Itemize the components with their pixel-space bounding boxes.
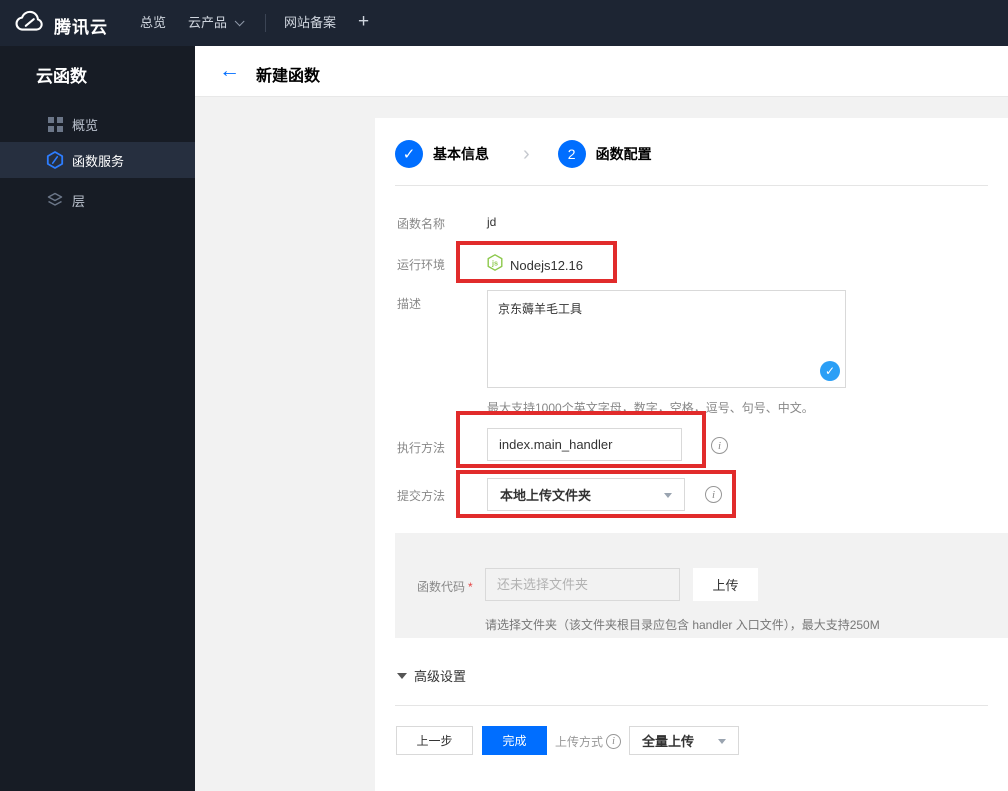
sidebar-item-overview[interactable]: 概览 [0,106,195,142]
previous-step-button[interactable]: 上一步 [396,726,473,755]
function-hexagon-icon [46,151,64,169]
layers-icon [46,191,64,209]
function-code-helper-text: 请选择文件夹（该文件夹根目录应包含 handler 入口文件），最大支持250M [485,618,880,632]
sidebar-item-layers[interactable]: 层 [0,182,195,218]
sidebar-title: 云函数 [36,67,87,86]
grid-icon [46,115,64,133]
collapse-triangle-icon [397,672,407,679]
chevron-down-icon [234,16,245,27]
function-code-section: 函数代码* 上传 请选择文件夹（该文件夹根目录应包含 handler 入口文件）… [395,533,1008,638]
handler-input[interactable] [487,428,682,461]
sidebar-item-label: 概览 [72,117,99,133]
submit-method-value: 本地上传文件夹 [500,488,592,503]
upload-mode-info-icon[interactable]: i [606,734,622,749]
required-asterisk: * [468,580,473,594]
step1-done-icon: ✓ [395,140,423,168]
description-helper-text: 最大支持1000个英文字母，数字，空格，逗号、句号、中文。 [487,401,814,415]
brand[interactable]: 腾讯云 [14,10,108,40]
topnav-cloud-products[interactable]: 云产品 [188,0,245,46]
step1-label: 基本信息 [433,146,489,162]
runtime-label: 运行环境 [397,258,446,272]
function-name-value: jd [487,215,497,229]
runtime-value: js Nodejs12.16 [487,254,583,276]
function-code-label: 函数代码 * [417,580,473,594]
advanced-settings-label: 高级设置 [414,669,467,684]
handler-info-icon[interactable]: i [711,437,728,454]
topnav-icp-filing[interactable]: 网站备案 [284,0,336,46]
topbar: 腾讯云 总览 云产品 网站备案 + [0,0,1008,46]
finish-button[interactable]: 完成 [482,726,547,755]
stepper: ✓ 基本信息 › 2 函数配置 [395,140,652,168]
topnav-divider [265,14,266,32]
brand-name: 腾讯云 [54,17,108,37]
upload-mode-value: 全量上传 [642,734,695,749]
nodejs-icon: js [487,254,503,276]
step2-number-badge: 2 [557,140,586,168]
upload-mode-label: 上传方式 [555,735,604,749]
page-title: 新建函数 [256,68,321,85]
caret-down-icon [718,738,726,744]
sidebar-item-label: 函数服务 [72,153,125,169]
footer-divider [395,705,988,706]
tencent-cloud-logo-icon [14,10,46,40]
submit-method-label: 提交方法 [397,489,446,503]
step-separator-icon: › [523,143,530,165]
upload-button[interactable]: 上传 [693,568,758,601]
sidebar-item-function-service[interactable]: 函数服务 [0,142,195,178]
stepper-divider [395,185,988,186]
description-label: 描述 [397,297,422,311]
description-textarea[interactable]: 京东薅羊毛工具 [487,290,846,388]
svg-text:js: js [491,258,498,267]
submit-method-select[interactable]: 本地上传文件夹 [487,478,685,511]
sidebar: 云函数 概览 函数服务 层 [0,46,195,791]
function-name-label: 函数名称 [397,217,446,231]
upload-mode: 上传方式 i [555,733,622,750]
caret-down-icon [664,492,672,498]
valid-check-icon: ✓ [820,361,840,381]
upload-mode-select[interactable]: 全量上传 [629,726,739,755]
sidebar-item-label: 层 [72,193,86,209]
step2-label: 函数配置 [595,146,652,162]
create-function-panel: ✓ 基本信息 › 2 函数配置 函数名称 jd 运行环境 js Nodejs12… [375,118,1008,791]
back-arrow-icon[interactable]: ← [219,59,240,83]
content-header: ← 新建函数 [195,46,1008,97]
submit-method-info-icon[interactable]: i [705,486,722,503]
advanced-settings-toggle[interactable]: 高级设置 [397,666,466,685]
runtime-text: Nodejs12.16 [510,257,583,273]
folder-path-input[interactable] [485,568,680,601]
add-shortcut-icon[interactable]: + [358,0,369,46]
tencent-cloud-console: 腾讯云 总览 云产品 网站备案 + 云函数 概览 函数服务 层 ← 新建函数 ✓… [0,0,1008,791]
topnav-overview[interactable]: 总览 [140,0,166,46]
handler-label: 执行方法 [397,441,446,455]
